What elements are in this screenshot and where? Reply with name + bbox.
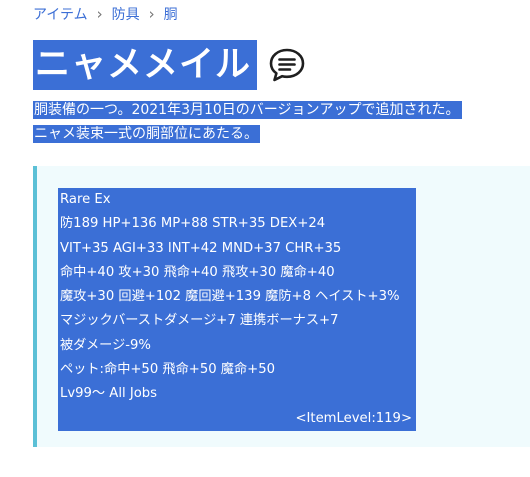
- stat-item-level: <ItemLevel:119>: [295, 410, 412, 426]
- item-stats: Rare Ex 防189 HP+136 MP+88 STR+35 DEX+24 …: [58, 188, 416, 431]
- breadcrumb-item-items[interactable]: アイテム: [33, 4, 88, 24]
- item-stats-box: Rare Ex 防189 HP+136 MP+88 STR+35 DEX+24 …: [33, 166, 530, 447]
- chevron-right-icon: ›: [96, 4, 103, 23]
- breadcrumb-item-body[interactable]: 胴: [164, 4, 178, 24]
- stat-line: VIT+35 AGI+33 INT+42 MND+37 CHR+35: [60, 240, 342, 256]
- stat-jobs: Lv99～ All Jobs: [60, 386, 158, 402]
- stat-line: 防189 HP+136 MP+88 STR+35 DEX+24: [60, 216, 326, 232]
- breadcrumb: アイテム › 防具 › 胴: [33, 3, 178, 25]
- stat-line: マジックバーストダメージ+7 連携ボーナス+7: [60, 313, 339, 329]
- speech-bubble-icon[interactable]: [268, 46, 306, 84]
- stat-line: ペット:命中+50 飛命+50 魔命+50: [60, 362, 276, 378]
- stat-rarity: Rare Ex: [60, 192, 111, 207]
- stat-line: 命中+40 攻+30 飛命+40 飛攻+30 魔命+40: [60, 264, 335, 280]
- description: 胴装備の一つ。2021年3月10日のバージョンアップで追加された。 ニャメ装束一…: [33, 98, 462, 146]
- description-line: 胴装備の一つ。2021年3月10日のバージョンアップで追加された。: [33, 101, 462, 119]
- title-row: ニャメメイル: [33, 40, 306, 90]
- page-title: ニャメメイル: [33, 40, 258, 90]
- chevron-right-icon: ›: [148, 4, 155, 23]
- stat-line: 被ダメージ-9%: [60, 337, 151, 353]
- breadcrumb-item-armor[interactable]: 防具: [112, 4, 140, 24]
- description-line: ニャメ装束一式の胴部位にあたる。: [33, 125, 260, 143]
- stat-line: 魔攻+30 回避+102 魔回避+139 魔防+8 ヘイスト+3%: [60, 289, 400, 305]
